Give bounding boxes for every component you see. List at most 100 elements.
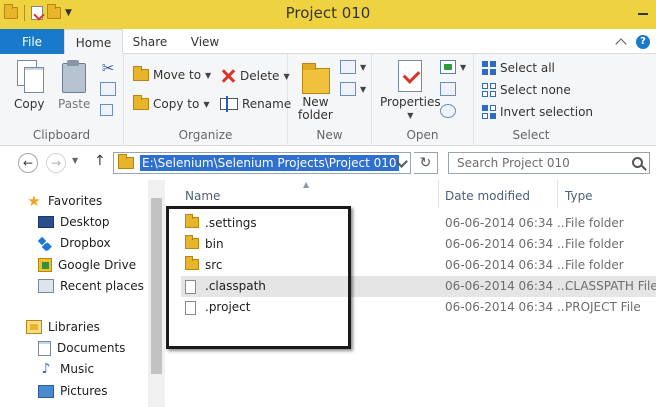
rename-icon [220, 96, 238, 112]
edit-icon [440, 82, 456, 96]
nav-item-favorites[interactable]: ★ Favorites [26, 191, 102, 211]
sort-ascending-icon: ▲ [303, 180, 310, 189]
ribbon: Copy Paste ✂ Clipboard Move to ▼ Copy to… [0, 54, 656, 146]
copy-path-icon [100, 82, 116, 96]
tab-file[interactable]: File [0, 29, 64, 54]
column-header-date-modified[interactable]: Date modified [445, 189, 530, 203]
new-item-button[interactable]: ▼ [340, 60, 366, 74]
scrollbar-thumb[interactable] [151, 198, 162, 374]
dropbox-icon [38, 236, 54, 250]
nav-item-google-drive[interactable]: Google Drive [38, 255, 136, 275]
select-none-button[interactable]: Select none [482, 83, 571, 97]
invert-selection-label: Invert selection [500, 105, 594, 119]
cut-button[interactable]: ✂ [100, 60, 116, 76]
nav-item-libraries[interactable]: Libraries [26, 317, 100, 337]
easy-access-button[interactable]: ▼ [340, 82, 366, 96]
copy-to-button[interactable]: Copy to ▼ [133, 95, 209, 111]
easy-access-icon [340, 82, 356, 96]
invert-selection-icon [482, 105, 496, 119]
history-icon [440, 104, 456, 118]
open-icon [440, 60, 456, 74]
file-date: 06-06-2014 06:34 ... [445, 216, 569, 230]
tab-view[interactable]: View [180, 29, 230, 54]
window-title: Project 010 [285, 4, 371, 22]
up-arrow-icon[interactable]: ↑ [94, 153, 106, 169]
refresh-icon: ↻ [419, 155, 432, 171]
open-group: Properties ▼ ▼ Open [372, 54, 474, 146]
address-path[interactable]: E:\Selenium\Selenium Projects\Project 01… [140, 155, 399, 171]
nav-label: Documents [57, 341, 126, 355]
move-to-button[interactable]: Move to ▼ [133, 66, 211, 82]
nav-item-music[interactable]: ♪ Music [38, 359, 95, 379]
forward-button[interactable]: → [46, 153, 66, 173]
back-arrow-icon: ← [22, 156, 34, 170]
rename-button[interactable]: Rename [220, 96, 292, 112]
recent-locations-chevron-icon[interactable]: ▼ [72, 156, 78, 165]
properties-icon [395, 60, 425, 94]
copy-to-label: Copy to [153, 97, 200, 111]
back-button[interactable]: ← [18, 153, 38, 173]
nav-label: Pictures [60, 384, 108, 398]
search-input[interactable]: Search Project 010 [448, 152, 650, 174]
tab-share[interactable]: Share [124, 29, 176, 54]
clipboard-group-label: Clipboard [32, 128, 91, 142]
refresh-button[interactable]: ↻ [414, 152, 438, 174]
open-button[interactable]: ▼ [440, 60, 466, 74]
new-folder-icon [300, 60, 331, 94]
properties-button[interactable]: Properties ▼ [380, 60, 441, 122]
organize-group-label: Organize [178, 128, 233, 142]
recent-places-icon [38, 279, 54, 293]
nav-item-documents[interactable]: Documents [38, 338, 125, 358]
paste-button[interactable]: Paste [58, 60, 90, 111]
tab-home[interactable]: Home [64, 29, 123, 55]
copy-to-folder-icon [133, 95, 149, 110]
address-row: ← → ▼ ↑ E:\Selenium\Selenium Projects\Pr… [0, 146, 656, 180]
file-type: CLASSPATH File [565, 279, 656, 293]
column-header-type[interactable]: Type [565, 189, 593, 203]
scissors-icon: ✂ [101, 59, 115, 77]
paste-label: Paste [58, 97, 91, 111]
new-group: New folder ▼ ▼ New [288, 54, 372, 146]
address-bar[interactable]: E:\Selenium\Selenium Projects\Project 01… [113, 152, 411, 174]
minimize-button[interactable] [629, 0, 656, 21]
navigation-scrollbar[interactable] [148, 180, 165, 407]
copy-icon [15, 60, 45, 94]
nav-item-dropbox[interactable]: Dropbox [38, 233, 111, 253]
nav-label: Favorites [48, 194, 103, 208]
properties-label: Properties [380, 95, 441, 109]
nav-item-recent-places[interactable]: Recent places [38, 276, 144, 296]
open-group-label: Open [406, 128, 439, 142]
column-header-name[interactable]: Name [185, 189, 220, 203]
edit-button[interactable] [440, 82, 456, 96]
file-type: PROJECT File [565, 300, 641, 314]
nav-label: Libraries [48, 320, 100, 334]
copy-path-button[interactable] [100, 82, 116, 96]
column-divider[interactable] [438, 180, 439, 208]
select-all-icon [482, 61, 496, 75]
documents-icon [38, 340, 51, 356]
help-icon[interactable]: ? [636, 34, 650, 49]
ribbon-controls: ? [616, 29, 656, 54]
nav-label: Recent places [60, 279, 144, 293]
forward-arrow-icon: → [50, 156, 62, 170]
select-all-label: Select all [500, 61, 555, 75]
history-button[interactable] [440, 104, 456, 118]
nav-label: Desktop [60, 215, 110, 229]
nav-item-pictures[interactable]: Pictures [38, 381, 108, 401]
select-all-button[interactable]: Select all [482, 61, 555, 75]
new-folder-button[interactable]: New folder [298, 60, 333, 122]
rename-label: Rename [242, 97, 292, 111]
folder-icon [118, 154, 134, 169]
paste-shortcut-button[interactable] [100, 104, 113, 116]
file-date: 06-06-2014 06:34 ... [445, 300, 569, 314]
minimize-ribbon-chevron-icon[interactable] [616, 37, 626, 47]
copy-button[interactable]: Copy [14, 60, 44, 111]
file-type: File folder [565, 237, 624, 251]
nav-item-desktop[interactable]: Desktop [38, 212, 110, 232]
ribbon-tabs: File Home Share View ? [0, 29, 656, 55]
annotation-highlight-box [166, 206, 351, 349]
column-divider[interactable] [557, 180, 558, 208]
delete-button[interactable]: Delete ▼ [220, 68, 290, 84]
invert-selection-button[interactable]: Invert selection [482, 105, 593, 119]
file-date: 06-06-2014 06:34 ... [445, 258, 569, 272]
